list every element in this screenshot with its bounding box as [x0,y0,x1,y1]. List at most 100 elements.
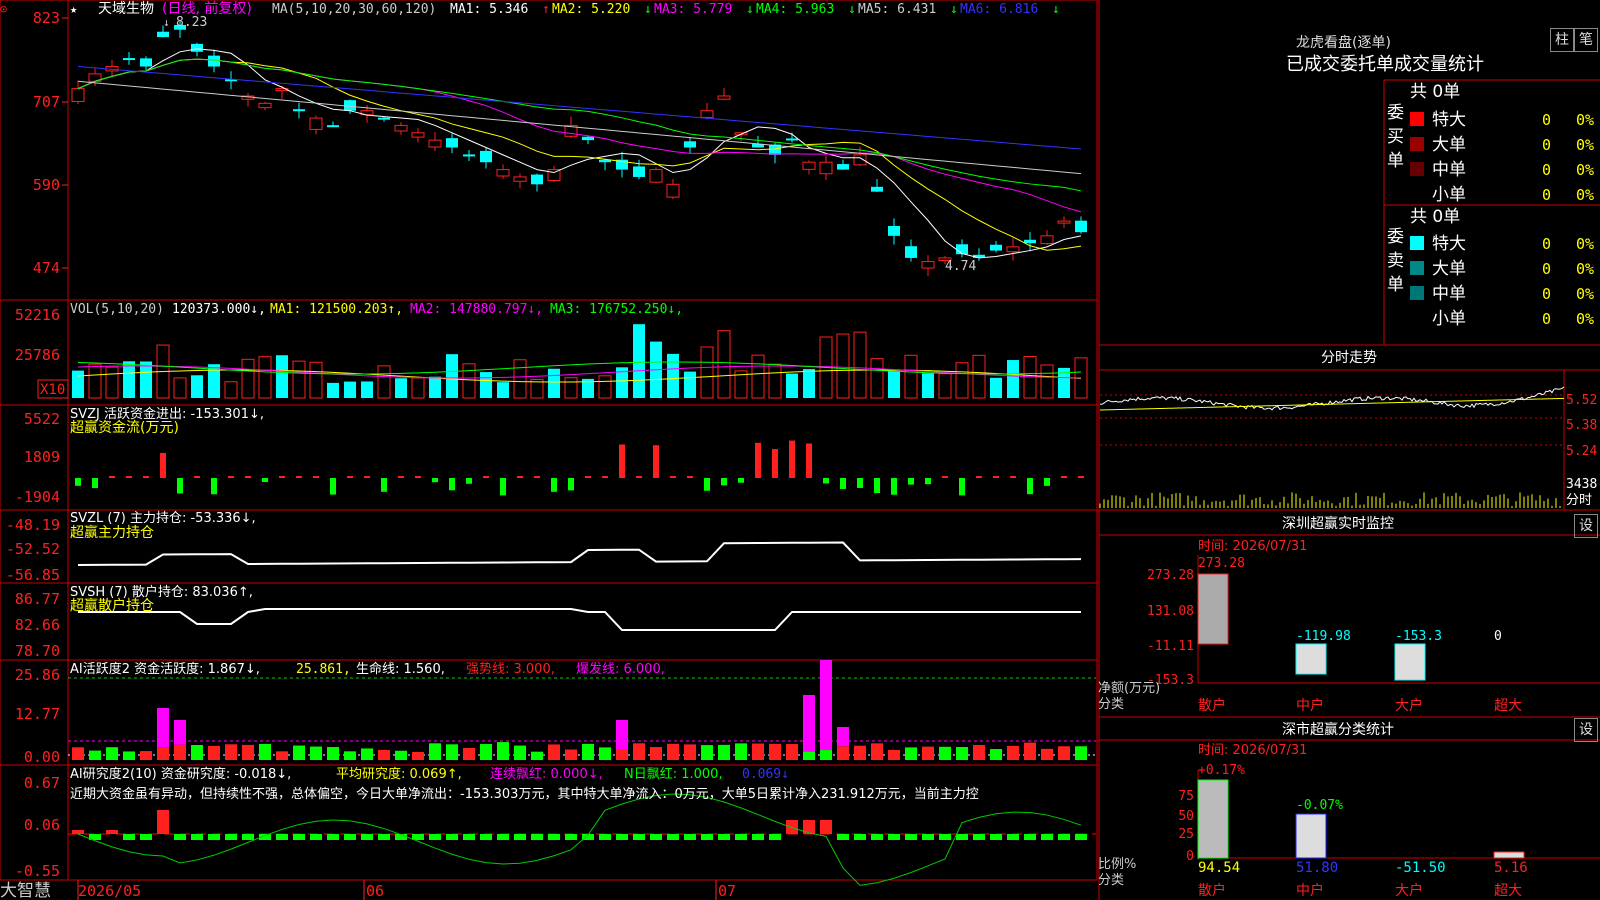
monitor-settings-button[interactable]: 设 [1574,514,1598,538]
svzj-tick: 1809 [24,448,60,466]
tick-mode-button[interactable]: 笔 [1574,28,1598,52]
volume-bar [140,361,152,398]
flow-bar [143,476,149,478]
flow-bar [262,478,268,483]
research-bar [361,834,373,840]
activity-bar [922,746,934,760]
volume-bar [633,324,645,398]
activity-bar [939,746,951,760]
sell-total: 共 0单 [1410,207,1460,227]
research-bar [310,834,322,840]
activity-bar [735,743,747,760]
flow-bar [738,478,744,483]
volume-bar [751,354,765,399]
research-bar [786,820,798,834]
research-bar [871,834,883,840]
intraday-title: 分时走势 [1321,350,1377,366]
monitor-tick: 273.28 [1147,568,1194,583]
research-bar [446,834,458,840]
svzj-tick: -1904 [15,488,60,506]
chart-area[interactable]: 823707590474⊙ ★ 天域生物 (日线, 前复权) MA(5,10,20,30… [0,0,1098,900]
research-bar [344,834,356,840]
research-bar [293,834,305,840]
side-panel-graphics: 已成交委托单成交量统计委买单委卖单共 0单共 0单特大 0 0%大单 0 0%中单 0 0%… [1098,0,1600,900]
candle-body [378,117,390,120]
intraday-tick: 5.52 [1566,393,1597,408]
research-bar [667,834,679,840]
classify-title: 深市超赢分类统计 [1282,721,1394,738]
volume-bar [361,381,373,398]
candle-body [309,117,323,130]
flow-bar [364,476,370,478]
activity-bar [208,745,220,760]
buy-swatch [1410,137,1424,151]
svzl-line [77,541,1082,566]
app-logo: 大智慧 [0,881,51,900]
flow-bar [279,476,285,478]
activity-bar [276,751,288,760]
volume-bar [72,370,84,398]
monitor-bar [1197,573,1229,645]
column-mode-button[interactable]: 柱 [1550,28,1574,52]
flow-bar [177,478,183,494]
activity-bar [480,744,492,760]
ma-value-2: MA2: 5.220 [552,2,630,17]
flow-bar [296,476,302,478]
flow-bar [602,476,608,478]
activity-bar [327,747,339,760]
flow-bar [415,476,421,478]
activity-bar [293,745,305,760]
activity-bar [412,751,424,760]
research-bar [514,834,526,840]
research-bar [140,834,152,840]
ma-value-1: MA1: 5.346 [450,2,528,17]
date-label: 07 [718,882,736,900]
continuous-red-label: 连续飘红: 0.000↓, [490,766,603,782]
research-bar [531,834,543,840]
research-bar [650,834,662,840]
volume-bar [105,366,119,399]
classify-category: 超大 [1494,883,1522,899]
candle-body [871,186,883,192]
activity-bar [905,747,917,760]
activity-bar [718,744,730,760]
svzj-tick: 5522 [24,410,60,428]
ai-active-label: AI活跃度2 资金活跃度: 1.867↓, [70,661,260,677]
classify-settings-button[interactable]: 设 [1574,718,1598,742]
candle-body [531,174,543,185]
monitor-value: -153.3 [1395,629,1442,644]
classify-bottom-value: 94.54 [1198,860,1240,876]
activity-bar [446,744,458,760]
research-bar [123,834,135,840]
activity-bar [1024,742,1036,760]
intraday-tick: 5.38 [1566,418,1597,433]
flow-bar [653,445,659,478]
activity-bar [463,747,475,760]
flow-bar [126,476,132,478]
vol-ma-3: MA3: 176752.250↓, [550,302,683,317]
volume-bar [700,346,714,399]
activity-bar [1075,746,1087,760]
svsh-tick: 82.66 [15,616,60,634]
activity-bar [667,743,679,760]
flow-bar [721,478,727,486]
research-bar [72,830,84,834]
volume-bar [395,378,407,398]
flow-bar [925,478,931,485]
flow-bar [109,476,115,478]
candle-body [208,55,220,67]
activity-spike [837,727,849,747]
candle-body [684,141,696,148]
ma-line-2 [77,58,1082,251]
flow-bar [228,476,234,478]
sell-row-count: 0 [1542,260,1551,278]
activity-bar [1058,746,1070,760]
flow-bar [330,478,336,495]
flow-bar [517,476,523,478]
flow-bar [687,476,693,478]
classify-tick: 0 [1186,849,1194,864]
activity-bar [106,747,118,760]
monitor-ylabel2: 分类 [1098,697,1124,712]
svzl-tick: -56.85 [6,566,60,584]
flow-bar [908,478,914,485]
